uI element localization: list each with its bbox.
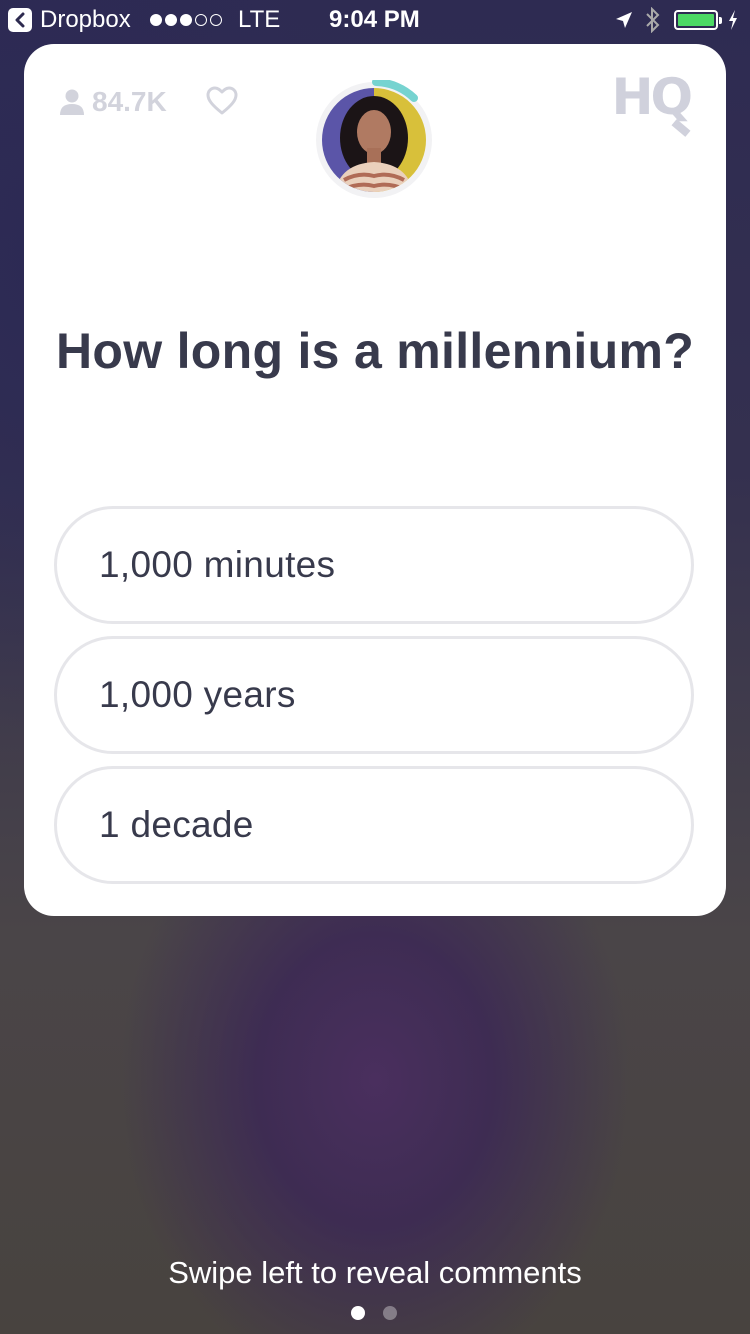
bluetooth-icon: [644, 6, 662, 40]
viewer-count: 84.7K: [60, 86, 167, 118]
answer-label: 1,000 years: [99, 674, 296, 715]
battery-icon: [674, 10, 722, 30]
location-arrow-icon: [614, 9, 634, 37]
battery-fill: [678, 14, 714, 26]
user-icon: [60, 89, 84, 115]
status-bar: Dropbox LTE 9:04 PM: [0, 0, 750, 40]
back-app-name[interactable]: Dropbox: [40, 6, 131, 34]
page-indicator[interactable]: [351, 1306, 397, 1320]
swipe-hint-text: Swipe left to reveal comments: [168, 1255, 582, 1290]
answer-option-3[interactable]: 1 decade: [54, 766, 694, 884]
host-avatar: [314, 78, 434, 200]
answer-option-1[interactable]: 1,000 minutes: [54, 506, 694, 624]
carrier-label: LTE: [238, 6, 281, 33]
question-card: 84.7K HQ How long is a millennium? 1,000…: [24, 44, 726, 916]
answer-option-2[interactable]: 1,000 years: [54, 636, 694, 754]
viewer-count-label: 84.7K: [92, 86, 167, 117]
heart-icon[interactable]: [206, 86, 238, 121]
back-to-app-icon[interactable]: [8, 8, 32, 32]
status-time: 9:04 PM: [329, 6, 420, 33]
page-dot-1[interactable]: [351, 1306, 365, 1320]
answer-label: 1,000 minutes: [99, 544, 336, 585]
answer-label: 1 decade: [99, 804, 254, 845]
signal-strength-icon: [150, 14, 222, 26]
page-dot-2[interactable]: [383, 1306, 397, 1320]
question-text: How long is a millennium?: [55, 323, 695, 379]
hq-logo: HQ: [612, 72, 693, 137]
charging-bolt-icon: [727, 9, 739, 38]
